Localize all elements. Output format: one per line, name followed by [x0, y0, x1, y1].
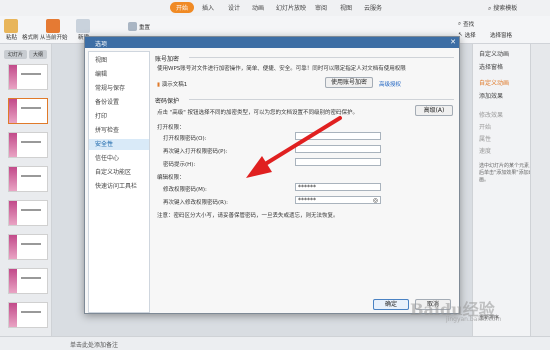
account-section-title: 账号加密 — [155, 56, 180, 63]
dialog-titlebar: 选项 ✕ — [85, 37, 459, 48]
account-description: 使用WPS账号对文件进行加密操作，简单、便捷、安全。可靠！同时可以限定指定人对文… — [157, 66, 406, 72]
new-slide-icon[interactable] — [76, 19, 90, 33]
notes-placeholder[interactable]: 单击此处添加备注 — [70, 340, 118, 349]
password-section-title: 密码保护 — [155, 98, 180, 105]
format-painter-button[interactable]: 格式刷 — [22, 33, 39, 41]
eye-icon[interactable]: ◎ — [373, 197, 378, 204]
statusbar: 单击此处添加备注 — [0, 336, 550, 350]
file-icon: ▮ — [157, 82, 161, 88]
open-password-confirm-input[interactable] — [295, 145, 381, 153]
paste-button[interactable]: 粘贴 — [6, 33, 17, 41]
dialog-title: 选项 — [95, 41, 108, 48]
from-current-button[interactable]: 从当前开始 — [40, 33, 68, 41]
nav-quick-access[interactable]: 快速访问工具栏 — [89, 181, 149, 192]
find-button[interactable]: ⌕ 查找 — [458, 20, 474, 29]
task-sidebar — [530, 44, 550, 336]
menu-animation[interactable]: 动画 — [252, 3, 264, 12]
password-description: 点击 "高级" 按钮选择不同的加密类型，可以为您的文档设置不同级别的密码保护。 — [157, 110, 359, 116]
slide-thumbnail[interactable] — [8, 234, 48, 260]
nav-edit[interactable]: 编辑 — [89, 69, 149, 80]
nav-view[interactable]: 视图 — [89, 55, 149, 66]
start-label: 开始 — [479, 124, 492, 131]
reset-icon — [128, 22, 137, 31]
password-hint-label: 密码提示(H): — [163, 162, 196, 168]
slide-thumbnail[interactable] — [8, 166, 48, 192]
options-dialog: 选项 ✕ 视图 编辑 常规与保存 备份设置 打印 拼写检查 安全性 信任中心 自… — [84, 36, 460, 314]
taskpane-title: 自定义动画 — [479, 51, 510, 58]
property-label: 属性 — [479, 136, 492, 143]
slide-thumbnail[interactable] — [8, 268, 48, 294]
close-icon[interactable]: ✕ — [450, 38, 456, 46]
account-encrypt-button[interactable]: 使用账号加密 — [325, 77, 373, 88]
nav-spellcheck[interactable]: 拼写检查 — [89, 125, 149, 136]
speed-label: 速度 — [479, 148, 492, 155]
nav-general-save[interactable]: 常规与保存 — [89, 83, 149, 94]
reset-button[interactable]: 重置 — [128, 22, 150, 31]
paste-icon[interactable] — [4, 19, 18, 33]
nav-trust-center[interactable]: 信任中心 — [89, 153, 149, 164]
menubar: 开始 插入 设计 动画 幻灯片放映 审阅 视图 云服务 ⌕ 搜索模板 — [0, 0, 550, 16]
menu-insert[interactable]: 插入 — [202, 3, 214, 12]
ok-button[interactable]: 确定 — [373, 299, 409, 310]
watermark-url: jingyan.baidu.com — [446, 316, 502, 323]
modify-label: 修改效果 — [479, 112, 504, 119]
custom-animation-heading: 自定义动画 — [479, 80, 510, 87]
account-file: ▮ 演示文稿1 — [157, 82, 188, 88]
dialog-content: 账号加密 使用WPS账号对文件进行加密操作，简单、便捷、安全。可靠！同时可以限定… — [153, 51, 457, 313]
password-note: 注意：密码区分大小写，请妥善保管密码，一旦丢失或遗忘，则无法恢复。 — [157, 213, 339, 219]
menu-view[interactable]: 视图 — [340, 3, 352, 12]
nav-security[interactable]: 安全性 — [89, 139, 149, 150]
play-icon[interactable] — [46, 19, 60, 33]
menu-slideshow[interactable]: 幻灯片放映 — [276, 3, 306, 12]
add-effect-button[interactable]: 添加效果 — [479, 91, 503, 100]
select-pane-ribbon-button[interactable]: 选择窗格 — [490, 31, 512, 39]
menu-cloud[interactable]: 云服务 — [364, 3, 382, 12]
slide-thumbnail[interactable] — [8, 98, 48, 124]
edit-password-input[interactable]: ****** — [295, 183, 381, 191]
slide-thumbnail[interactable] — [8, 302, 48, 328]
open-permission-heading: 打开权限： — [157, 125, 185, 131]
slide-thumbnail-pane: 幻灯片 大纲 — [0, 44, 52, 336]
slide-thumbnail[interactable] — [8, 200, 48, 226]
edit-password-label: 修改权限密码(M): — [163, 187, 207, 193]
search-icon: ⌕ — [488, 5, 492, 12]
open-password-confirm-label: 再次键入打开权限密码(P): — [163, 149, 228, 155]
tab-slides[interactable]: 幻灯片 — [4, 50, 28, 59]
advanced-auth-link[interactable]: 高级授权 — [379, 80, 401, 88]
open-password-input[interactable] — [295, 132, 381, 140]
edit-permission-heading: 编辑权限： — [157, 175, 185, 181]
menu-home[interactable]: 开始 — [170, 2, 195, 13]
nav-print[interactable]: 打印 — [89, 111, 149, 122]
select-pane-button[interactable]: 选择窗格 — [479, 62, 503, 71]
edit-password-confirm-label: 再次键入修改权限密码(R): — [163, 200, 228, 206]
search-icon: ⌕ — [458, 20, 462, 27]
advanced-button[interactable]: 高级(A) — [415, 105, 453, 116]
nav-backup[interactable]: 备份设置 — [89, 97, 149, 108]
dialog-nav: 视图 编辑 常规与保存 备份设置 打印 拼写检查 安全性 信任中心 自定义功能区… — [88, 51, 150, 313]
slide-thumbnail[interactable] — [8, 64, 48, 90]
slide-thumbnail[interactable] — [8, 132, 48, 158]
menu-review[interactable]: 审阅 — [315, 3, 327, 12]
menu-design[interactable]: 设计 — [228, 3, 240, 12]
search-template[interactable]: ⌕ 搜索模板 — [488, 3, 517, 13]
open-password-label: 打开权限密码(O): — [163, 136, 207, 142]
edit-password-confirm-input[interactable]: ****** ◎ — [295, 196, 381, 204]
nav-customize-ribbon[interactable]: 自定义功能区 — [89, 167, 149, 178]
password-hint-input[interactable] — [295, 158, 381, 166]
tab-outline[interactable]: 大纲 — [29, 50, 48, 59]
slidepane-tabs: 幻灯片 大纲 — [4, 50, 48, 59]
select-button[interactable]: ↖ 选择 — [458, 31, 476, 39]
